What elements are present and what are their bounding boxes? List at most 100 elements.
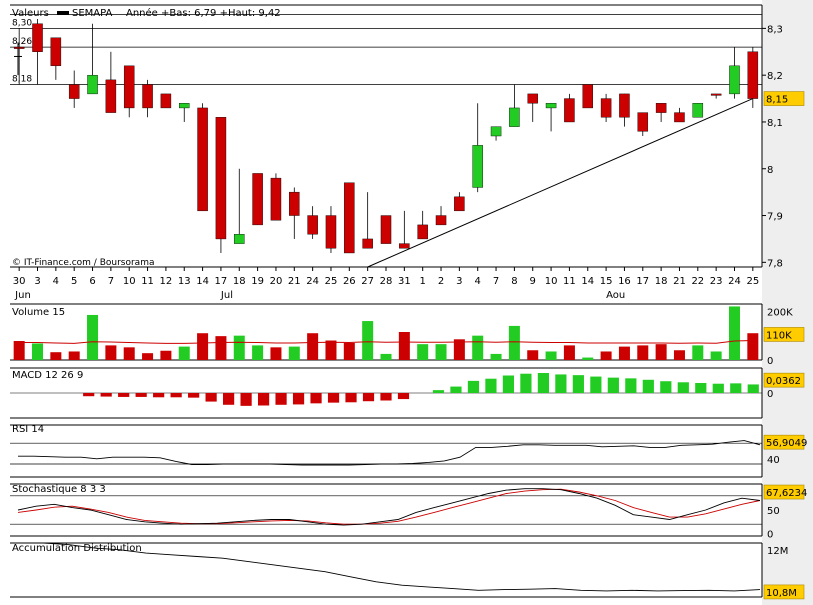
x-tick-label: 25 <box>325 276 338 287</box>
volume-bar <box>472 335 484 360</box>
price-level-label: 8,30 <box>12 18 32 28</box>
macd-bar <box>590 376 602 393</box>
macd-bar <box>362 393 375 402</box>
x-tick-label: 4 <box>53 276 59 287</box>
x-tick-label: 14 <box>581 276 594 287</box>
macd-bar <box>205 393 217 402</box>
volume-bar <box>435 344 447 360</box>
candle-down <box>13 46 25 49</box>
volume-bar <box>105 345 117 360</box>
volume-bar <box>50 352 62 360</box>
x-tick-label: 11 <box>563 276 576 287</box>
x-tick-label: 9 <box>530 276 536 287</box>
candle-up <box>490 126 502 137</box>
volume-bar <box>692 345 704 360</box>
volume-bar <box>673 350 685 360</box>
candle-down <box>215 117 227 240</box>
rsi-y-tick-label: 40 <box>767 455 780 466</box>
x-tick-label: 31 <box>398 276 411 287</box>
macd-bar <box>502 375 515 393</box>
x-tick-label: 21 <box>673 276 686 287</box>
candle-down <box>417 224 428 240</box>
stochastic-y-tick-label: 50 <box>767 506 780 517</box>
x-tick-label: 13 <box>178 276 191 287</box>
x-tick-label: 6 <box>89 276 95 287</box>
x-tick-label: 24 <box>306 276 319 287</box>
volume-bar <box>13 341 25 360</box>
volume-bar <box>178 346 190 360</box>
price-y-tick-label: 8,2 <box>767 71 783 82</box>
x-tick-label: 21 <box>288 276 301 287</box>
x-tick-label: 11 <box>141 276 154 287</box>
candle-down <box>582 84 594 109</box>
macd-bar <box>572 375 584 393</box>
volume-bar <box>655 344 667 360</box>
x-tick-label: 3 <box>456 276 462 287</box>
candle-down <box>380 215 392 244</box>
stochastic-y-tick-label: 0 <box>767 530 773 541</box>
macd-bar <box>432 390 445 393</box>
macd-bar <box>660 381 672 393</box>
year-range: Année +Bas: 6,79 +Haut: 9,42 <box>126 7 281 19</box>
volume-value-label: 110K <box>766 330 792 341</box>
volume-bar <box>142 353 154 360</box>
macd-bar <box>450 386 462 393</box>
volume-y-tick-label: 200K <box>767 307 793 318</box>
candle-up <box>178 103 190 109</box>
volume-bar <box>710 351 722 360</box>
x-tick-label: 19 <box>251 276 264 287</box>
price-y-tick-label: 8,3 <box>767 24 783 35</box>
candle-down <box>600 98 612 118</box>
candle-down <box>710 93 722 96</box>
candle-down <box>527 93 538 104</box>
macd-bar <box>467 380 480 393</box>
candle-up <box>545 103 557 109</box>
macd-bar <box>135 393 147 397</box>
volume-bar <box>747 333 759 360</box>
x-tick-label: 7 <box>493 276 499 287</box>
accumulation-y-tick-label: 12M <box>767 546 788 557</box>
macd-bar <box>327 393 340 403</box>
volume-bar <box>508 325 520 360</box>
credit-text: © IT-Finance.com / Boursorama <box>12 258 154 268</box>
x-tick-label: 4 <box>475 276 481 287</box>
volume-bar <box>637 345 649 360</box>
macd-title: MACD 12 26 9 <box>12 370 83 381</box>
candle-up <box>692 103 704 118</box>
macd-bar <box>275 393 287 405</box>
volume-bar <box>270 347 282 360</box>
candle-down <box>197 107 208 212</box>
candle-down <box>619 93 630 118</box>
macd-bar <box>747 384 759 393</box>
volume-bar <box>545 351 557 360</box>
macd-bar <box>83 393 95 397</box>
candle-down <box>160 93 172 109</box>
candle-down <box>655 103 667 113</box>
volume-bar <box>197 333 209 360</box>
candle-up <box>472 145 483 188</box>
candle-down <box>50 37 62 67</box>
x-tick-label: 26 <box>343 276 356 287</box>
month-label: Jul <box>220 290 233 301</box>
macd-bar <box>257 393 270 406</box>
candle-down <box>252 173 263 226</box>
macd-bar <box>625 378 637 393</box>
volume-bar <box>362 321 374 360</box>
candle-down <box>564 98 575 123</box>
accumulation-value-label: 10,8M <box>766 588 797 599</box>
x-tick-label: 10 <box>545 276 558 287</box>
x-tick-label: 17 <box>636 276 649 287</box>
stochastic-value-label: 67,6234 <box>766 488 807 499</box>
macd-bar <box>695 383 707 393</box>
volume-y-tick-label: 0 <box>767 356 773 367</box>
price-y-tick-label: 8 <box>767 165 773 176</box>
macd-y-tick-label: 0 <box>767 389 773 400</box>
candle-up <box>509 107 520 127</box>
candle-down <box>637 112 649 132</box>
macd-bar <box>677 382 689 393</box>
volume-bar <box>417 344 429 360</box>
candle-down <box>674 112 685 123</box>
x-tick-label: 14 <box>196 276 209 287</box>
month-label: Jun <box>14 290 31 301</box>
macd-bar <box>310 393 322 404</box>
